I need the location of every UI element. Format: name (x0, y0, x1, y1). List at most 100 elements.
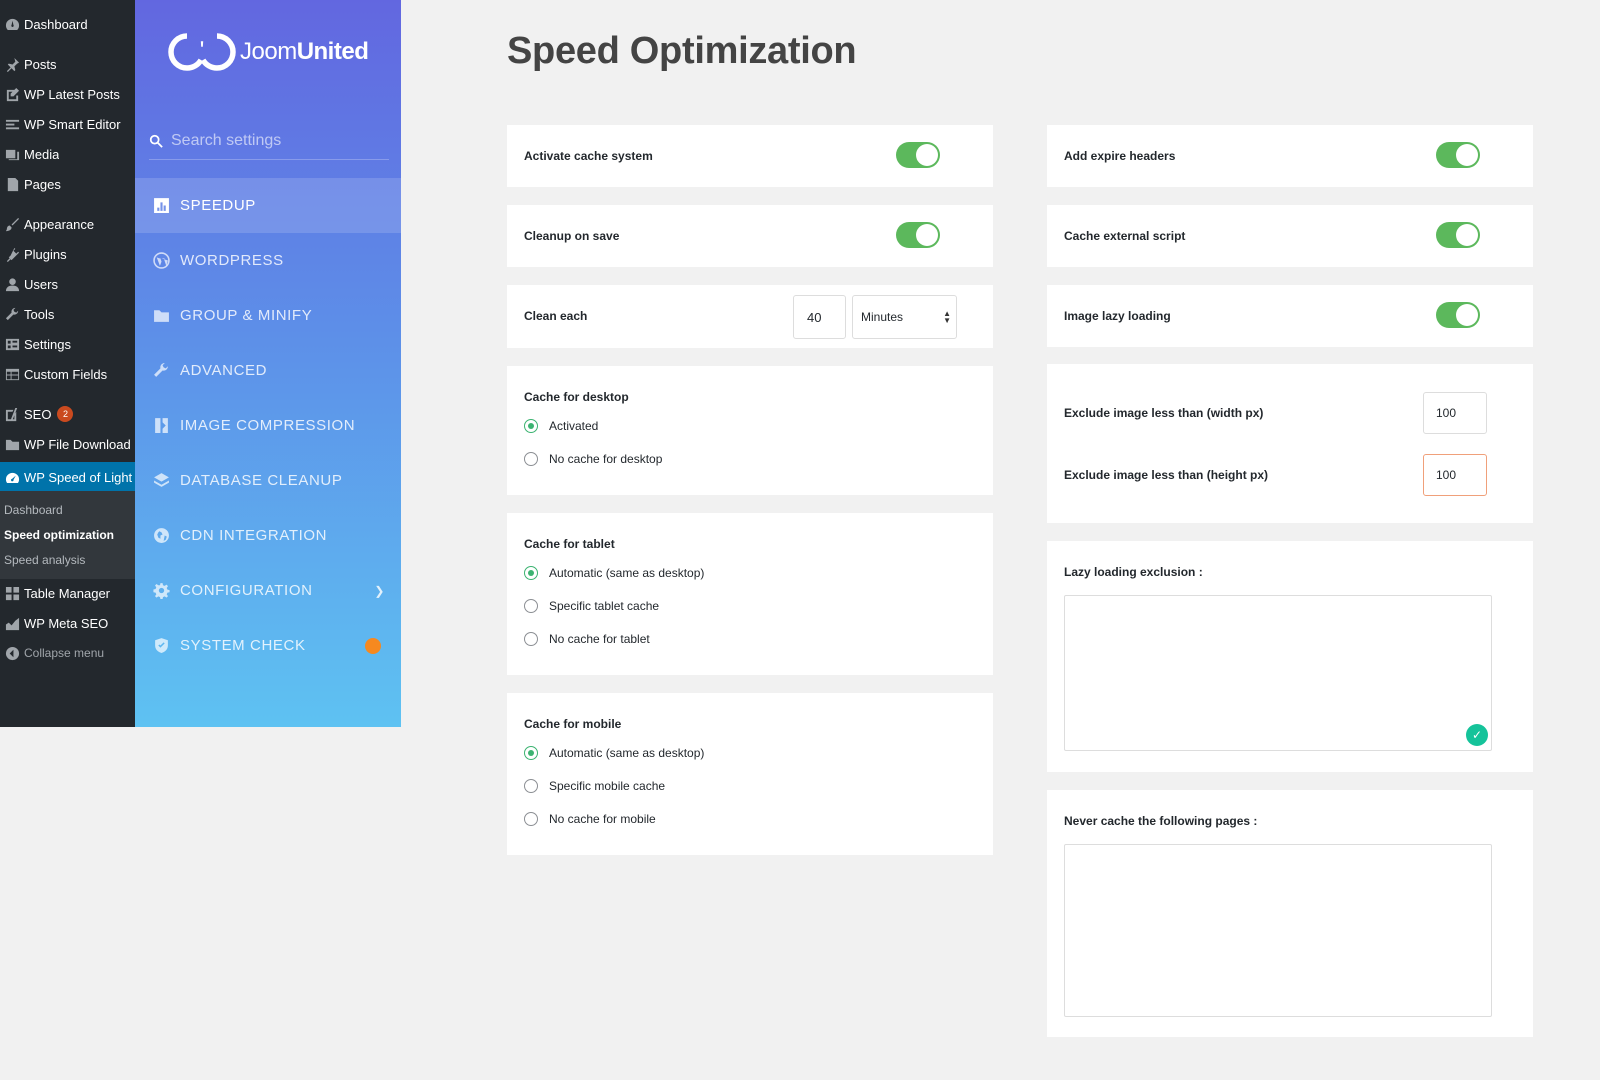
lazy-loading-card: Image lazy loading (1047, 285, 1533, 347)
settings-icon (0, 330, 24, 358)
clean-each-value-input[interactable]: 40 (793, 295, 846, 339)
folder-icon (154, 310, 169, 322)
tablet-option-automatic[interactable]: Automatic (same as desktop) (524, 566, 704, 580)
nav-image-compression[interactable]: IMAGE COMPRESSION (135, 398, 401, 453)
wp-menu-users[interactable]: Users (0, 270, 135, 298)
wp-menu-settings[interactable]: Settings (0, 330, 135, 358)
exclude-image-card: Exclude image less than (width px) 100 E… (1047, 364, 1533, 523)
exclude-width-input[interactable]: 100 (1423, 392, 1487, 434)
cleanup-on-save-label: Cleanup on save (524, 229, 620, 243)
cache-mobile-title: Cache for mobile (524, 717, 622, 731)
dashboard-icon (0, 10, 24, 38)
mobile-option-no-cache[interactable]: No cache for mobile (524, 812, 656, 826)
wp-menu-dashboard[interactable]: Dashboard (0, 10, 135, 38)
wrench-icon (154, 363, 168, 377)
folder-icon (0, 430, 24, 458)
radio-button[interactable] (524, 599, 538, 613)
exclude-height-input[interactable]: 100 (1423, 454, 1487, 496)
grammarly-icon[interactable]: ✓ (1466, 724, 1488, 746)
submenu-dashboard[interactable]: Dashboard (4, 503, 63, 517)
nav-speedup[interactable]: SPEEDUP (135, 178, 401, 233)
shield-check-icon (155, 638, 168, 653)
radio-button[interactable] (524, 419, 538, 433)
lazy-loading-toggle[interactable] (1436, 302, 1480, 328)
collapse-arrow-icon (0, 639, 24, 667)
wp-menu-table-manager[interactable]: Table Manager (0, 579, 135, 607)
wp-menu-wp-latest-posts[interactable]: WP Latest Posts (0, 80, 135, 108)
desktop-option-activated[interactable]: Activated (524, 419, 598, 433)
never-cache-textarea[interactable] (1064, 844, 1492, 1017)
nav-system-check[interactable]: SYSTEM CHECK (135, 618, 401, 673)
logo-text: JoomUnited (240, 38, 369, 65)
desktop-option-no-cache[interactable]: No cache for desktop (524, 452, 662, 466)
radio-button[interactable] (524, 746, 538, 760)
grid-icon (0, 579, 24, 607)
cache-external-toggle[interactable] (1436, 222, 1480, 248)
nav-advanced[interactable]: ADVANCED (135, 343, 401, 398)
search-settings-input[interactable] (171, 131, 381, 150)
activate-cache-card: Activate cache system (507, 125, 993, 187)
expire-headers-label: Add expire headers (1064, 149, 1176, 163)
nav-database-cleanup[interactable]: DATABASE CLEANUP (135, 453, 401, 508)
wp-menu-wp-smart-editor[interactable]: WP Smart Editor (0, 110, 135, 138)
tablet-option-no-cache[interactable]: No cache for tablet (524, 632, 650, 646)
wp-menu-media[interactable]: Media (0, 140, 135, 168)
wp-menu-tools[interactable]: Tools (0, 300, 135, 328)
search-icon (149, 134, 163, 148)
mobile-option-specific[interactable]: Specific mobile cache (524, 779, 665, 793)
radio-button[interactable] (524, 452, 538, 466)
wp-menu-wp-speed-of-light[interactable]: WP Speed of Light (0, 462, 135, 492)
activate-cache-toggle[interactable] (896, 142, 940, 168)
wp-menu-appearance[interactable]: Appearance (0, 210, 135, 238)
plugin-sidebar: JoomUnited SPEEDUP WORDPRESS GROUP & MIN… (135, 0, 401, 727)
radio-button[interactable] (524, 812, 538, 826)
pin-icon (0, 50, 24, 78)
wp-menu-posts[interactable]: Posts (0, 50, 135, 78)
chart-icon (0, 609, 24, 637)
expire-headers-toggle[interactable] (1436, 142, 1480, 168)
cleanup-on-save-toggle[interactable] (896, 222, 940, 248)
wp-menu-custom-fields[interactable]: Custom Fields (0, 360, 135, 388)
wp-menu-plugins[interactable]: Plugins (0, 240, 135, 268)
joomunited-logo-icon (168, 33, 236, 71)
wp-admin-menu: Dashboard Posts WP Latest Posts WP Smart… (0, 0, 135, 727)
radio-button[interactable] (524, 632, 538, 646)
expire-headers-card: Add expire headers (1047, 125, 1533, 187)
radio-button[interactable] (524, 566, 538, 580)
submenu-speed-optimization[interactable]: Speed optimization (4, 528, 114, 542)
nav-group-minify[interactable]: GROUP & MINIFY (135, 288, 401, 343)
wp-menu-seo[interactable]: SEO 2 (0, 400, 135, 428)
submenu-speed-analysis[interactable]: Speed analysis (4, 553, 85, 567)
image-compress-icon (155, 418, 168, 433)
radio-button[interactable] (524, 779, 538, 793)
cache-external-label: Cache external script (1064, 229, 1186, 243)
wordpress-icon (153, 252, 170, 269)
edit-icon (0, 80, 24, 108)
cache-external-card: Cache external script (1047, 205, 1533, 267)
page-title: Speed Optimization (507, 30, 857, 72)
layers-icon (154, 473, 169, 487)
speed-icon (0, 462, 24, 492)
clean-each-unit-select[interactable]: Minutes ▲ ▼ (852, 295, 957, 339)
joomunited-logo: JoomUnited (167, 30, 369, 74)
exclude-width-label: Exclude image less than (width px) (1064, 406, 1264, 420)
activate-cache-label: Activate cache system (524, 149, 653, 163)
wp-menu-wp-file-download[interactable]: WP File Download (0, 430, 135, 458)
lazy-loading-label: Image lazy loading (1064, 309, 1171, 323)
wp-menu-wp-meta-seo[interactable]: WP Meta SEO (0, 609, 135, 637)
nav-wordpress[interactable]: WORDPRESS (135, 233, 401, 288)
cache-desktop-title: Cache for desktop (524, 390, 629, 404)
collapse-menu-button[interactable]: Collapse menu (0, 639, 135, 667)
wp-menu-pages[interactable]: Pages (0, 170, 135, 198)
settings-search (149, 122, 389, 160)
tablet-option-specific[interactable]: Specific tablet cache (524, 599, 659, 613)
chevron-down-icon: ❯ (374, 583, 385, 598)
wrench-icon (0, 300, 24, 328)
mobile-option-automatic[interactable]: Automatic (same as desktop) (524, 746, 704, 760)
media-icon (0, 140, 24, 168)
table-icon (0, 360, 24, 388)
nav-cdn-integration[interactable]: CDN INTEGRATION (135, 508, 401, 563)
clean-each-card: Clean each 40 Minutes ▲ ▼ (507, 285, 993, 348)
lazy-exclusion-textarea[interactable] (1064, 595, 1492, 751)
nav-configuration[interactable]: CONFIGURATION ❯ (135, 563, 401, 618)
